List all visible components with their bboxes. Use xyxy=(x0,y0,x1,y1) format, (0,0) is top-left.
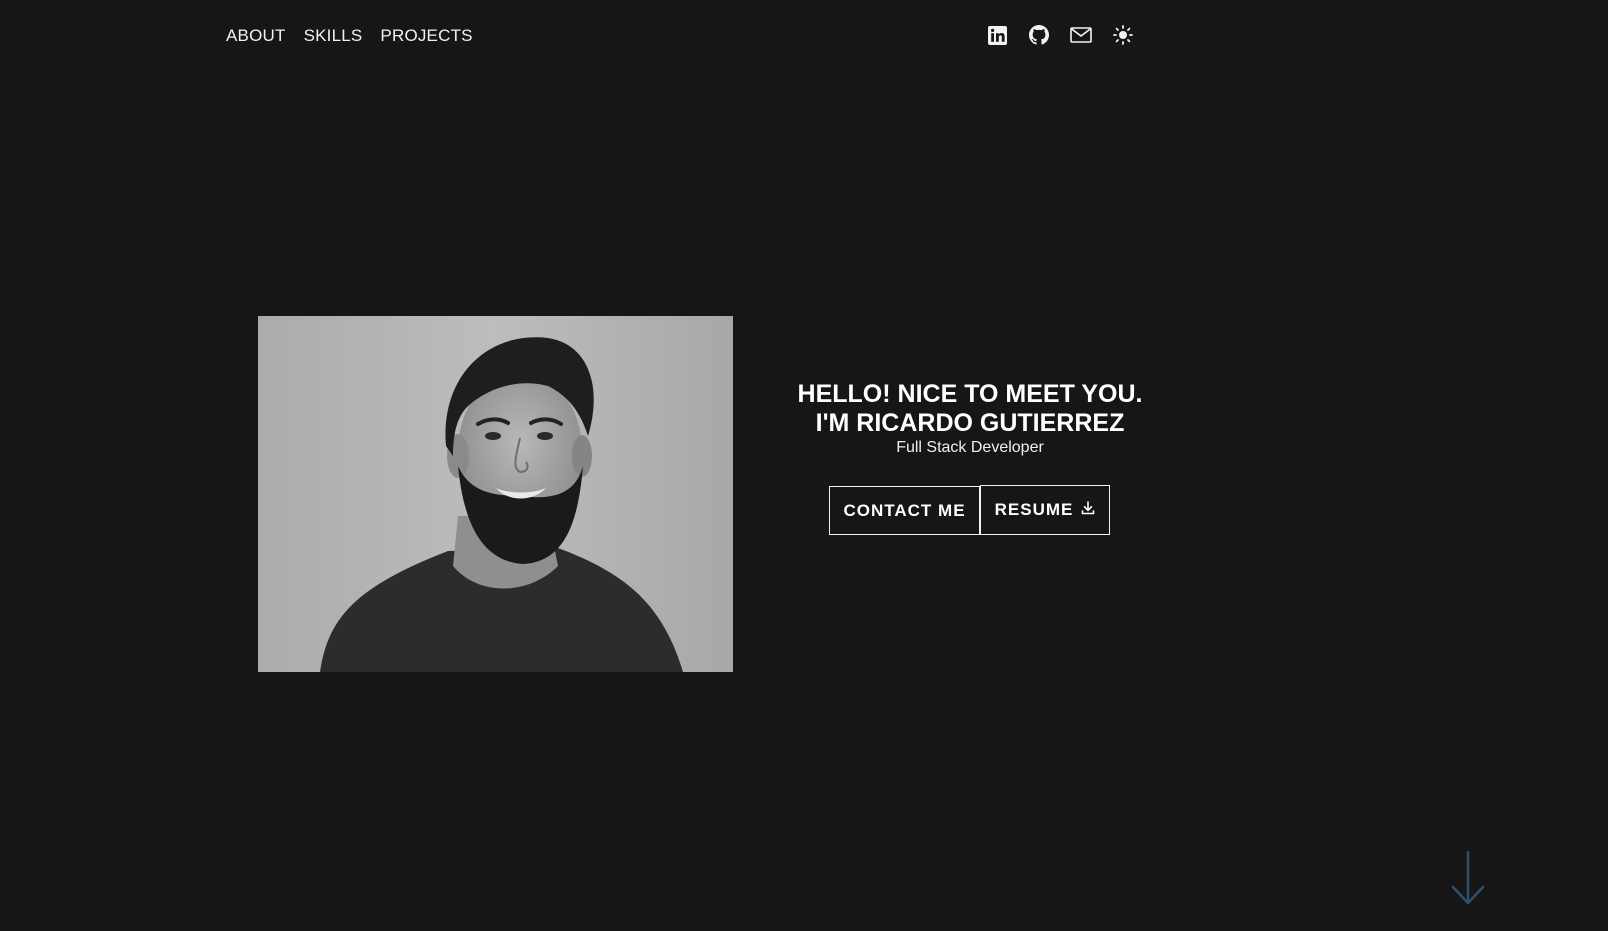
github-icon[interactable] xyxy=(1028,24,1050,46)
hero-buttons: CONTACT ME RESUME xyxy=(829,485,1110,535)
sun-icon[interactable] xyxy=(1112,24,1134,46)
hero-text: HELLO! NICE TO MEET YOU. I'M RICARDO GUT… xyxy=(790,380,1150,458)
download-icon xyxy=(1081,500,1095,520)
contact-me-label: CONTACT ME xyxy=(843,500,966,520)
mail-icon[interactable] xyxy=(1070,24,1092,46)
role-subtitle: Full Stack Developer xyxy=(896,439,1044,456)
linkedin-icon[interactable] xyxy=(986,24,1008,46)
social-links xyxy=(986,24,1134,46)
nav-about-link[interactable]: ABOUT xyxy=(226,24,286,48)
contact-me-button[interactable]: CONTACT ME xyxy=(829,486,980,535)
nav-skills-link[interactable]: SKILLS xyxy=(304,24,363,48)
nav-projects-link[interactable]: PROJECTS xyxy=(380,24,472,48)
profile-photo xyxy=(258,316,733,672)
greeting-line-1: HELLO! NICE TO MEET YOU. xyxy=(797,380,1143,408)
top-nav: ABOUT SKILLS PROJECTS xyxy=(226,24,473,48)
scroll-down-arrow-icon[interactable] xyxy=(1450,850,1486,906)
resume-button[interactable]: RESUME xyxy=(980,485,1110,535)
greeting-line-2: I'M RICARDO GUTIERREZ xyxy=(815,409,1125,437)
resume-label: RESUME xyxy=(994,500,1074,519)
profile-portrait xyxy=(258,316,733,672)
